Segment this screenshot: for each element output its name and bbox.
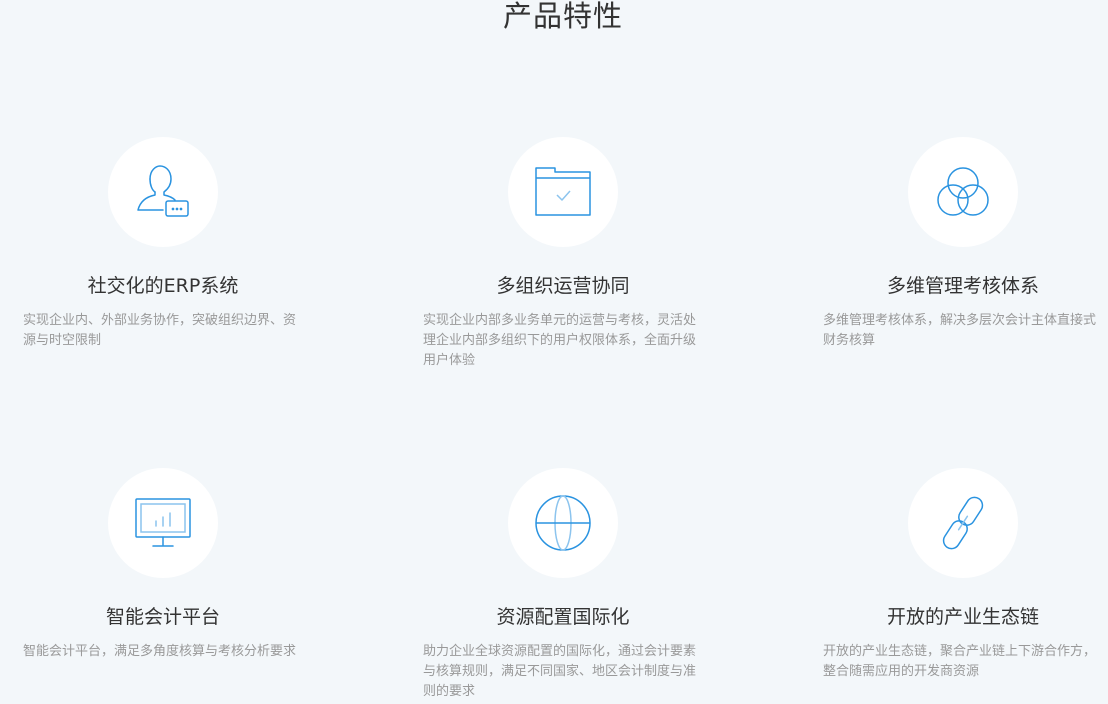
feature-title: 资源配置国际化 [496, 606, 630, 628]
feature-smart-accounting: 智能会计平台 智能会计平台，满足多角度核算与考核分析要求 [23, 468, 313, 698]
feature-title: 多组织运营协同 [496, 275, 630, 297]
feature-description: 智能会计平台，满足多角度核算与考核分析要求 [23, 644, 297, 659]
feature-multi-org: 多组织运营协同 实现企业内部多业务单元的运营与考核，灵活处理企业内部多组织下的用… [423, 137, 713, 377]
feature-description: 实现企业内部多业务单元的运营与考核，灵活处理企业内部多组织下的用户权限体系，全面… [423, 313, 697, 368]
feature-icon-circle [908, 468, 1018, 578]
feature-multi-dim: 多维管理考核体系 多维管理考核体系，解决多层次会计主体直接式财务核算 [823, 137, 1108, 367]
feature-icon-circle [108, 468, 218, 578]
feature-icon-circle [108, 137, 218, 247]
feature-title: 智能会计平台 [105, 606, 220, 628]
feature-description: 开放的产业生态链，聚合产业链上下游合作方，整合随需应用的开发商资源 [823, 644, 1097, 679]
user-chat-icon [137, 165, 189, 217]
feature-social-erp: 社交化的ERP系统 实现企业内、外部业务协作，突破组织边界、资源与时空限制 [23, 137, 313, 367]
globe-icon [535, 495, 591, 551]
feature-title: 开放的产业生态链 [886, 606, 1039, 628]
feature-description: 实现企业内、外部业务协作，突破组织边界、资源与时空限制 [23, 313, 297, 348]
feature-icon-circle [508, 468, 618, 578]
link-icon [942, 496, 984, 550]
feature-global-resources: 资源配置国际化 助力企业全球资源配置的国际化，通过会计要素与核算规则，满足不同国… [423, 468, 713, 704]
feature-title: 社交化的ERP系统 [87, 275, 239, 297]
overlapping-circles-icon [937, 167, 989, 216]
feature-title: 多维管理考核体系 [886, 275, 1039, 297]
feature-description: 多维管理考核体系，解决多层次会计主体直接式财务核算 [823, 313, 1097, 348]
feature-icon-circle [508, 137, 618, 247]
feature-open-ecosystem: 开放的产业生态链 开放的产业生态链，聚合产业链上下游合作方，整合随需应用的开发商… [823, 468, 1108, 698]
monitor-chart-icon [135, 498, 191, 547]
section-title: 产品特性 [502, 0, 623, 33]
folder-check-icon [535, 167, 591, 216]
feature-description: 助力企业全球资源配置的国际化，通过会计要素与核算规则，满足不同国家、地区会计制度… [423, 644, 697, 699]
feature-icon-circle [908, 137, 1018, 247]
